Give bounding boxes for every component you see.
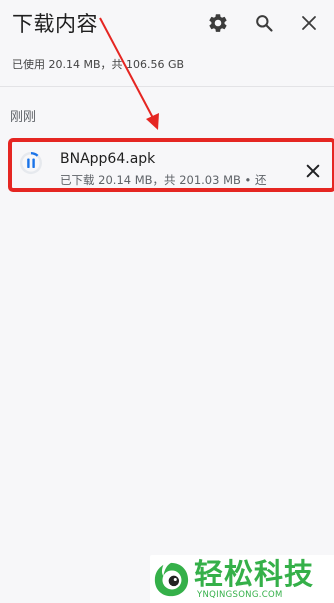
section-label-just-now: 刚刚 [10,110,37,125]
download-file-name: BNApp64.apk [60,151,156,167]
watermark-logo-icon [154,562,189,597]
search-button[interactable] [251,10,277,36]
watermark-text: 轻松科技 [194,557,315,591]
watermark-url: YNQINGSONG.COM [197,590,283,600]
settings-button[interactable] [205,10,231,36]
download-progress-pause-icon[interactable] [20,151,42,175]
divider [0,86,334,87]
page-title: 下载内容 [12,12,98,36]
storage-summary: 已使用 20.14 MB，共 106.56 GB [12,58,185,71]
top-app-bar: 下载内容 [0,0,334,48]
download-item[interactable]: BNApp64.apk 已下载 20.14 MB，共 201.03 MB • 还 [8,138,333,187]
annotation-arrow [99,17,159,130]
close-icon [302,16,316,30]
cancel-download-button[interactable] [302,160,324,182]
downloads-page: 下载内容 已使用 20.14 MB，共 106.56 GB 刚刚 BNApp64… [0,0,334,603]
watermark: 轻松科技 YNQINGSONG.COM [150,555,334,603]
close-button[interactable] [296,10,322,36]
close-icon [306,164,320,178]
gear-icon [209,14,227,32]
search-icon [256,15,273,32]
download-status: 已下载 20.14 MB，共 201.03 MB • 还 [60,173,267,187]
